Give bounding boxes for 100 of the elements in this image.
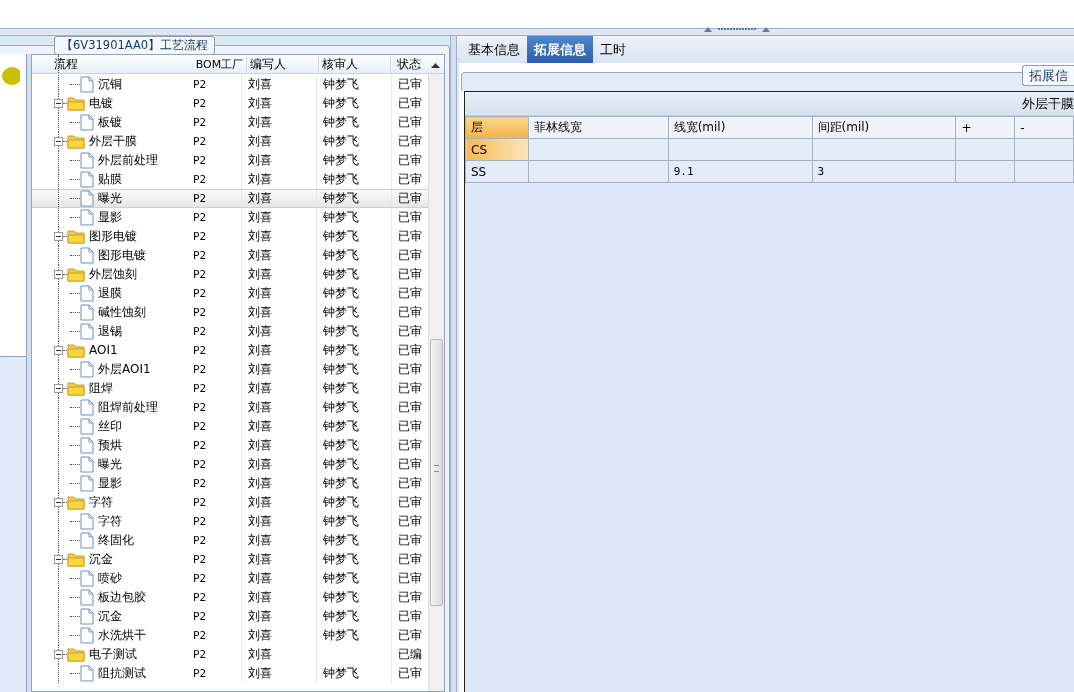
step-name: 阻抗测试 [98,665,146,682]
step-name: 水洗烘干 [98,627,146,644]
table-cell: 刘喜 [242,322,317,341]
tree-row[interactable]: 阻抗测试 P2 刘喜 钟梦飞 已审 [32,664,428,683]
collapse-icon[interactable] [54,650,63,659]
table-cell-text: 已审 [397,380,423,397]
table-cell: 9.1 [668,160,813,183]
collapse-icon[interactable] [54,555,63,564]
table-cell: 刘喜 [242,398,317,417]
tree-row[interactable]: 图形电镀 P2 刘喜 钟梦飞 已审 [32,227,428,246]
document-icon [80,304,94,321]
tree-row[interactable]: 丝印 P2 刘喜 钟梦飞 已审 [32,417,428,436]
folder-icon [67,267,85,282]
tree-row[interactable]: 水洗烘干 P2 刘喜 钟梦飞 已审 [32,626,428,645]
tab[interactable]: 拓展信息 [527,36,593,63]
table-cell: 刘喜 [242,569,317,588]
column-header[interactable]: BOM工厂 [194,55,247,73]
tree-row[interactable]: 板镀 P2 刘喜 钟梦飞 已审 [32,113,428,132]
tree-row[interactable]: 沉铜 P2 刘喜 钟梦飞 已审 [32,75,428,94]
tree-row[interactable]: 外层蚀刻 P2 刘喜 钟梦飞 已审 [32,265,428,284]
table-cell: 刘喜 [242,455,317,474]
table-cell: P2 [187,190,242,207]
tab[interactable]: 拓展信 [1022,65,1074,86]
table-cell: 钟梦飞 [317,322,392,341]
table-cell: P2 [187,645,242,664]
scroll-up-icon[interactable] [431,62,440,68]
collapse-icon[interactable] [54,346,63,355]
row-header[interactable]: CS [465,138,529,161]
table-cell: P2 [187,512,242,531]
folder-icon [67,381,85,396]
tree-row[interactable]: 板边包胶 P2 刘喜 钟梦飞 已审 [32,588,428,607]
document-icon [80,570,94,587]
tree-row[interactable]: 退膜 P2 刘喜 钟梦飞 已审 [32,284,428,303]
tab[interactable]: 工时 [593,36,633,63]
collapse-icon[interactable] [54,498,63,507]
tree-row[interactable]: 显影 P2 刘喜 钟梦飞 已审 [32,208,428,227]
collapse-icon[interactable] [54,99,63,108]
table-cell: 刘喜 [242,550,317,569]
table-cell: P2 [187,664,242,683]
step-name: 显影 [98,475,122,492]
tree-row[interactable]: 终固化 P2 刘喜 钟梦飞 已审 [32,531,428,550]
column-header: 层 [465,116,529,139]
table-cell: P2 [187,379,242,398]
step-name: 板边包胶 [98,589,146,606]
collapse-icon[interactable] [54,270,63,279]
column-header[interactable]: 编写人 [246,55,319,73]
collapse-icon[interactable] [54,384,63,393]
collapse-icon[interactable] [54,232,63,241]
document-icon [80,323,94,340]
table-cell: P2 [187,227,242,246]
tree-row[interactable]: 退锡 P2 刘喜 钟梦飞 已审 [32,322,428,341]
tree-row[interactable]: 字符 P2 刘喜 钟梦飞 已审 [32,493,428,512]
table-cell: P2 [187,246,242,265]
tree-row[interactable]: 碱性蚀刻 P2 刘喜 钟梦飞 已审 [32,303,428,322]
tree-row[interactable]: 阻焊 P2 刘喜 钟梦飞 已审 [32,379,428,398]
tab[interactable]: 基本信息 [461,36,527,63]
splitter-grip-icon[interactable] [704,26,770,32]
table-cell-text: 已审 [397,608,423,625]
step-name: 阻焊 [89,380,113,397]
table-cell: P2 [187,474,242,493]
tree-row[interactable]: 外层前处理 P2 刘喜 钟梦飞 已审 [32,151,428,170]
tree-row[interactable]: 图形电镀 P2 刘喜 钟梦飞 已审 [32,246,428,265]
scrollbar[interactable] [428,74,444,691]
tree-row[interactable]: 喷砂 P2 刘喜 钟梦飞 已审 [32,569,428,588]
scrollbar-thumb[interactable] [430,339,443,606]
step-name: 电镀 [89,95,113,112]
tree-row[interactable]: 沉金 P2 刘喜 钟梦飞 已审 [32,607,428,626]
column-header[interactable]: 状态 [390,55,444,73]
tree-row[interactable]: 预烘 P2 刘喜 钟梦飞 已审 [32,436,428,455]
tree-row[interactable]: 阻焊前处理 P2 刘喜 钟梦飞 已审 [32,398,428,417]
table-cell-text: 已审 [397,437,423,454]
step-name: 退膜 [98,285,122,302]
column-header: 线宽(mil) [668,116,813,139]
tree-row[interactable]: 曝光 P2 刘喜 钟梦飞 已审 [32,189,428,208]
table-cell: 刘喜 [242,588,317,607]
table-cell-text: 已审 [397,171,423,188]
table-cell: 刘喜 [242,417,317,436]
tree-row[interactable]: 电镀 P2 刘喜 钟梦飞 已审 [32,94,428,113]
table-cell: 钟梦飞 [317,208,392,227]
tree-row[interactable]: 显影 P2 刘喜 钟梦飞 已审 [32,474,428,493]
step-name: 板镀 [98,114,122,131]
column-header[interactable]: 核审人 [318,55,391,73]
table-cell-text: 已审 [397,665,423,682]
table-cell-text: 已审 [397,570,423,587]
collapse-icon[interactable] [54,137,63,146]
column-header[interactable]: 流程 [32,55,195,73]
table-cell-text: 已审 [397,513,423,530]
tree-row[interactable]: 字符 P2 刘喜 钟梦飞 已审 [32,512,428,531]
tree-row[interactable]: AOI1 P2 刘喜 钟梦飞 已审 [32,341,428,360]
folder-icon [67,495,85,510]
tree-row[interactable]: 电子测试 P2 刘喜 已编 [32,645,428,664]
tree-row[interactable]: 曝光 P2 刘喜 钟梦飞 已审 [32,455,428,474]
tree-row[interactable]: 外层AOI1 P2 刘喜 钟梦飞 已审 [32,360,428,379]
tree-row[interactable]: 沉金 P2 刘喜 钟梦飞 已审 [32,550,428,569]
row-header[interactable]: SS [465,160,529,183]
tree-row[interactable]: 外层干膜 P2 刘喜 钟梦飞 已审 [32,132,428,151]
step-name: 字符 [89,494,113,511]
table-cell: P2 [187,322,242,341]
table-cell: 刘喜 [242,265,317,284]
document-icon [80,532,94,549]
